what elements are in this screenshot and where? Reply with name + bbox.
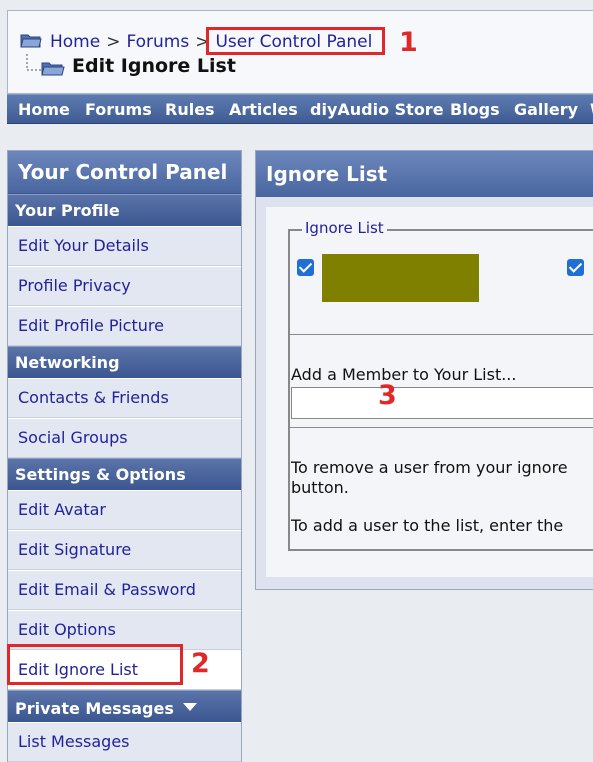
breadcrumb-home-link[interactable]: Home — [50, 32, 100, 52]
sidebar-section-networking: Networking — [8, 346, 241, 378]
nav-forums[interactable]: Forums — [85, 100, 152, 119]
add-member-label: Add a Member to Your List... — [291, 365, 517, 384]
sidebar-section-pm-label: Private Messages — [15, 699, 174, 718]
ignore-list-fieldset: Ignore List Add a Member to Your List...… — [288, 219, 593, 551]
nav-home[interactable]: Home — [18, 100, 70, 119]
sidebar-item-edit-avatar[interactable]: Edit Avatar — [8, 490, 241, 530]
sidebar-title: Your Control Panel — [8, 151, 241, 194]
redacted-username — [322, 254, 479, 302]
annotation-number-3: 3 — [378, 380, 397, 411]
nav-rules[interactable]: Rules — [165, 100, 215, 119]
breadcrumb-forums-link[interactable]: Forums — [126, 32, 189, 52]
sidebar-section-your-profile: Your Profile — [8, 194, 241, 226]
folder-icon — [20, 31, 42, 54]
help-text-remove-line1: To remove a user from your ignore — [291, 458, 568, 477]
annotation-number-1: 1 — [399, 27, 418, 58]
sidebar-item-social-groups[interactable]: Social Groups — [8, 418, 241, 458]
divider — [290, 334, 593, 335]
panel-title: Ignore List — [256, 151, 593, 197]
nav-articles[interactable]: Articles — [229, 100, 298, 119]
help-text-add: To add a user to the list, enter the — [291, 516, 564, 535]
ignored-user-checkbox-2[interactable] — [567, 259, 584, 276]
sidebar-item-profile-privacy[interactable]: Profile Privacy — [8, 266, 241, 306]
page-title-text: Edit Ignore List — [72, 55, 236, 77]
sidebar-item-edit-your-details[interactable]: Edit Your Details — [8, 226, 241, 266]
top-navigation-bar: Home Forums Rules Articles diyAudio Stor… — [7, 94, 593, 124]
sidebar-section-settings-options: Settings & Options — [8, 458, 241, 490]
add-member-input[interactable] — [291, 387, 593, 419]
folder-tree-icon — [24, 54, 66, 81]
annotation-box-2 — [7, 644, 183, 685]
breadcrumb-separator: > — [106, 32, 121, 52]
help-text-remove-line2: button. — [291, 478, 349, 497]
sidebar-item-edit-signature[interactable]: Edit Signature — [8, 530, 241, 570]
page-title: Edit Ignore List — [24, 54, 236, 81]
divider — [290, 427, 593, 428]
ignore-list-panel: Ignore List Ignore List Add a Member to … — [255, 150, 593, 590]
fieldset-legend: Ignore List — [302, 219, 387, 237]
sidebar-section-private-messages[interactable]: Private Messages — [8, 690, 241, 722]
nav-diyaudio-store[interactable]: diyAudio Store — [310, 100, 444, 119]
panel-body: Ignore List Add a Member to Your List...… — [266, 207, 593, 577]
annotation-number-2: 2 — [191, 648, 210, 679]
collapse-arrow-icon[interactable] — [183, 691, 198, 722]
sidebar-item-edit-profile-picture[interactable]: Edit Profile Picture — [8, 306, 241, 346]
sidebar-item-edit-email-password[interactable]: Edit Email & Password — [8, 570, 241, 610]
sidebar-item-contacts-friends[interactable]: Contacts & Friends — [8, 378, 241, 418]
sidebar-item-list-messages[interactable]: List Messages — [8, 722, 241, 762]
nav-blogs[interactable]: Blogs — [450, 100, 500, 119]
nav-gallery[interactable]: Gallery — [514, 100, 578, 119]
ignored-user-checkbox[interactable] — [297, 259, 314, 276]
annotation-box-1 — [206, 27, 385, 55]
